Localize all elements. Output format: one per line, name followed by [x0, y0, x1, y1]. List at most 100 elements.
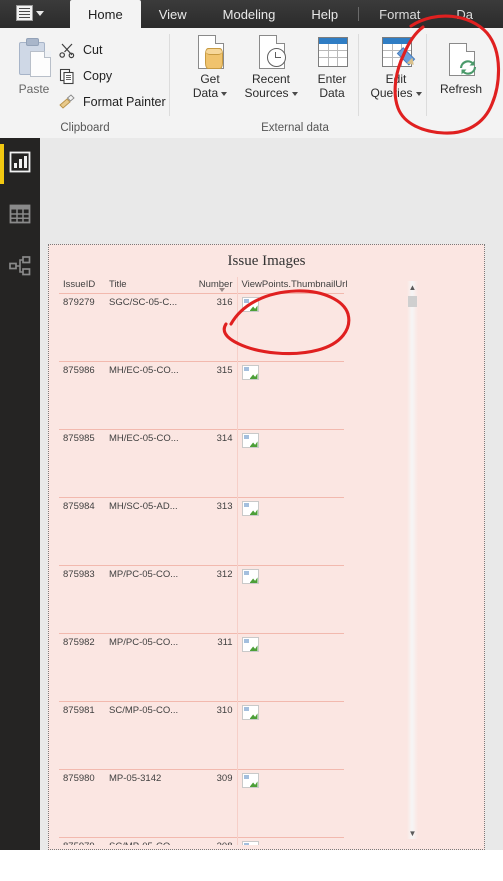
cell-issueid: 875982 [59, 633, 105, 702]
column-header-number[interactable]: Number [189, 277, 237, 294]
edit-queries-icon [378, 34, 417, 72]
table-row[interactable]: 875984 MH/SC-05-AD... 313 [59, 497, 344, 566]
broken-image-icon [241, 501, 259, 516]
active-accent-bar [0, 144, 4, 184]
chevron-down-icon [291, 91, 298, 96]
paste-icon [17, 38, 51, 78]
sort-descending-icon [218, 288, 225, 292]
cell-thumbnail [236, 633, 344, 702]
refresh-button[interactable]: Refresh [432, 42, 490, 96]
cell-number: 314 [189, 429, 237, 498]
chevron-down-icon[interactable]: ▼ [407, 827, 418, 839]
enter-data-icon [314, 34, 350, 72]
clipboard-group-label: Clipboard [60, 122, 110, 134]
cell-title: MH/EC-05-CO... [105, 429, 189, 498]
group-divider [358, 34, 359, 116]
recent-sources-icon [253, 34, 289, 72]
sidebar-item-report-view[interactable] [0, 138, 40, 190]
table-vertical-scrollbar[interactable]: ▲ ▼ [407, 281, 418, 839]
scrollbar-thumb[interactable] [408, 296, 417, 307]
issue-images-table: IssueID Title Number ViewPoints.Thumbnai… [59, 277, 347, 845]
broken-image-icon [241, 773, 259, 788]
cell-title: MP/PC-05-CO... [105, 633, 189, 702]
broken-image-icon [241, 569, 259, 584]
cell-title: SC/MP-05-CO... [105, 701, 189, 770]
format-painter-icon [58, 93, 76, 111]
visual-title: Issue Images [227, 253, 306, 269]
format-painter-button[interactable]: Format Painter [58, 90, 166, 114]
column-header-title[interactable]: Title [105, 277, 189, 294]
cell-number: 316 [189, 293, 237, 362]
table-header-row: IssueID Title Number ViewPoints.Thumbnai… [59, 277, 347, 294]
ribbon-group-external-data: Get Data Recent Sources Enter Data Edit … [170, 28, 503, 138]
edit-queries-button[interactable]: Edit Queries [366, 34, 426, 100]
cell-issueid: 875980 [59, 769, 105, 838]
broken-image-icon [241, 841, 259, 845]
column-header-issueid[interactable]: IssueID [59, 277, 105, 294]
cell-thumbnail [236, 497, 344, 566]
table-row[interactable]: 875979SC/MP-05-CO308 [59, 837, 344, 845]
cell-number: 313 [189, 497, 237, 566]
cell-title: MP-05-3142 [105, 769, 189, 838]
chevron-down-icon [36, 10, 44, 16]
enter-data-button[interactable]: Enter Data [306, 34, 358, 100]
table-row[interactable]: 875980 MP-05-3142 309 [59, 769, 344, 838]
report-canvas[interactable]: Issue Images IssueID Title Number ViewPo… [40, 138, 503, 850]
table-row[interactable]: 875982 MP/PC-05-CO... 311 [59, 633, 344, 702]
cell-issueid: 875983 [59, 565, 105, 634]
get-data-icon [192, 34, 228, 72]
cell-issueid: 875984 [59, 497, 105, 566]
cell-number: 311 [189, 633, 237, 702]
refresh-icon [443, 42, 479, 80]
cell-number: 309 [189, 769, 237, 838]
relationships-icon [9, 255, 31, 282]
tab-home[interactable]: Home [70, 0, 141, 28]
cell-thumbnail [236, 293, 344, 362]
ribbon: Paste Cut Copy Format Painter Clipboard … [0, 28, 503, 139]
broken-image-icon [241, 297, 259, 312]
table-body: 879279 SGC/SC-05-C... 316 875986 MH/EC-05-CO… [59, 293, 344, 845]
cell-issueid: 875979 [59, 837, 105, 845]
broken-image-icon [241, 433, 259, 448]
external-data-group-label: External data [261, 122, 329, 134]
cell-thumbnail [236, 769, 344, 838]
paste-button[interactable]: Paste [10, 36, 58, 112]
copy-button[interactable]: Copy [58, 64, 112, 88]
chevron-down-icon [415, 91, 422, 96]
sidebar-item-data-view[interactable] [0, 190, 40, 242]
left-navigation [0, 138, 40, 850]
table-visual[interactable]: Issue Images IssueID Title Number ViewPo… [48, 244, 485, 850]
paste-label: Paste [18, 82, 50, 96]
cell-title: MP/PC-05-CO... [105, 565, 189, 634]
app-menu-button[interactable] [16, 2, 62, 24]
ribbon-tabs: Home View Modeling Help Format Da [70, 0, 491, 28]
cut-button[interactable]: Cut [58, 38, 102, 62]
tab-view[interactable]: View [141, 0, 205, 28]
table-row[interactable]: 875983 MP/PC-05-CO... 312 [59, 565, 344, 634]
cell-thumbnail [236, 565, 344, 634]
table-row[interactable]: 875985 MH/EC-05-CO... 314 [59, 429, 344, 498]
scissors-icon [58, 41, 76, 59]
cell-thumbnail [236, 429, 344, 498]
table-row[interactable]: 875981 SC/MP-05-CO... 310 [59, 701, 344, 770]
cell-number: 308 [189, 837, 237, 845]
tab-data[interactable]: Da [438, 0, 491, 28]
tab-modeling[interactable]: Modeling [205, 0, 294, 28]
tab-format[interactable]: Format [361, 0, 438, 28]
cell-number: 310 [189, 701, 237, 770]
get-data-button[interactable]: Get Data [184, 34, 236, 100]
column-header-thumbnailurl[interactable]: ViewPoints.ThumbnailUrl [236, 277, 347, 294]
cell-issueid: 875986 [59, 361, 105, 430]
chevron-up-icon[interactable]: ▲ [407, 281, 418, 293]
table-row[interactable]: 875986 MH/EC-05-CO... 315 [59, 361, 344, 430]
tab-help[interactable]: Help [293, 0, 356, 28]
copy-label: Copy [83, 69, 113, 83]
table-row[interactable]: 879279 SGC/SC-05-C... 316 [59, 293, 344, 362]
cell-number: 312 [189, 565, 237, 634]
recent-sources-button[interactable]: Recent Sources [240, 34, 302, 100]
cell-title: MH/SC-05-AD... [105, 497, 189, 566]
broken-image-icon [241, 637, 259, 652]
broken-image-icon [241, 365, 259, 380]
cell-title: MH/EC-05-CO... [105, 361, 189, 430]
sidebar-item-model-view[interactable] [0, 242, 40, 294]
